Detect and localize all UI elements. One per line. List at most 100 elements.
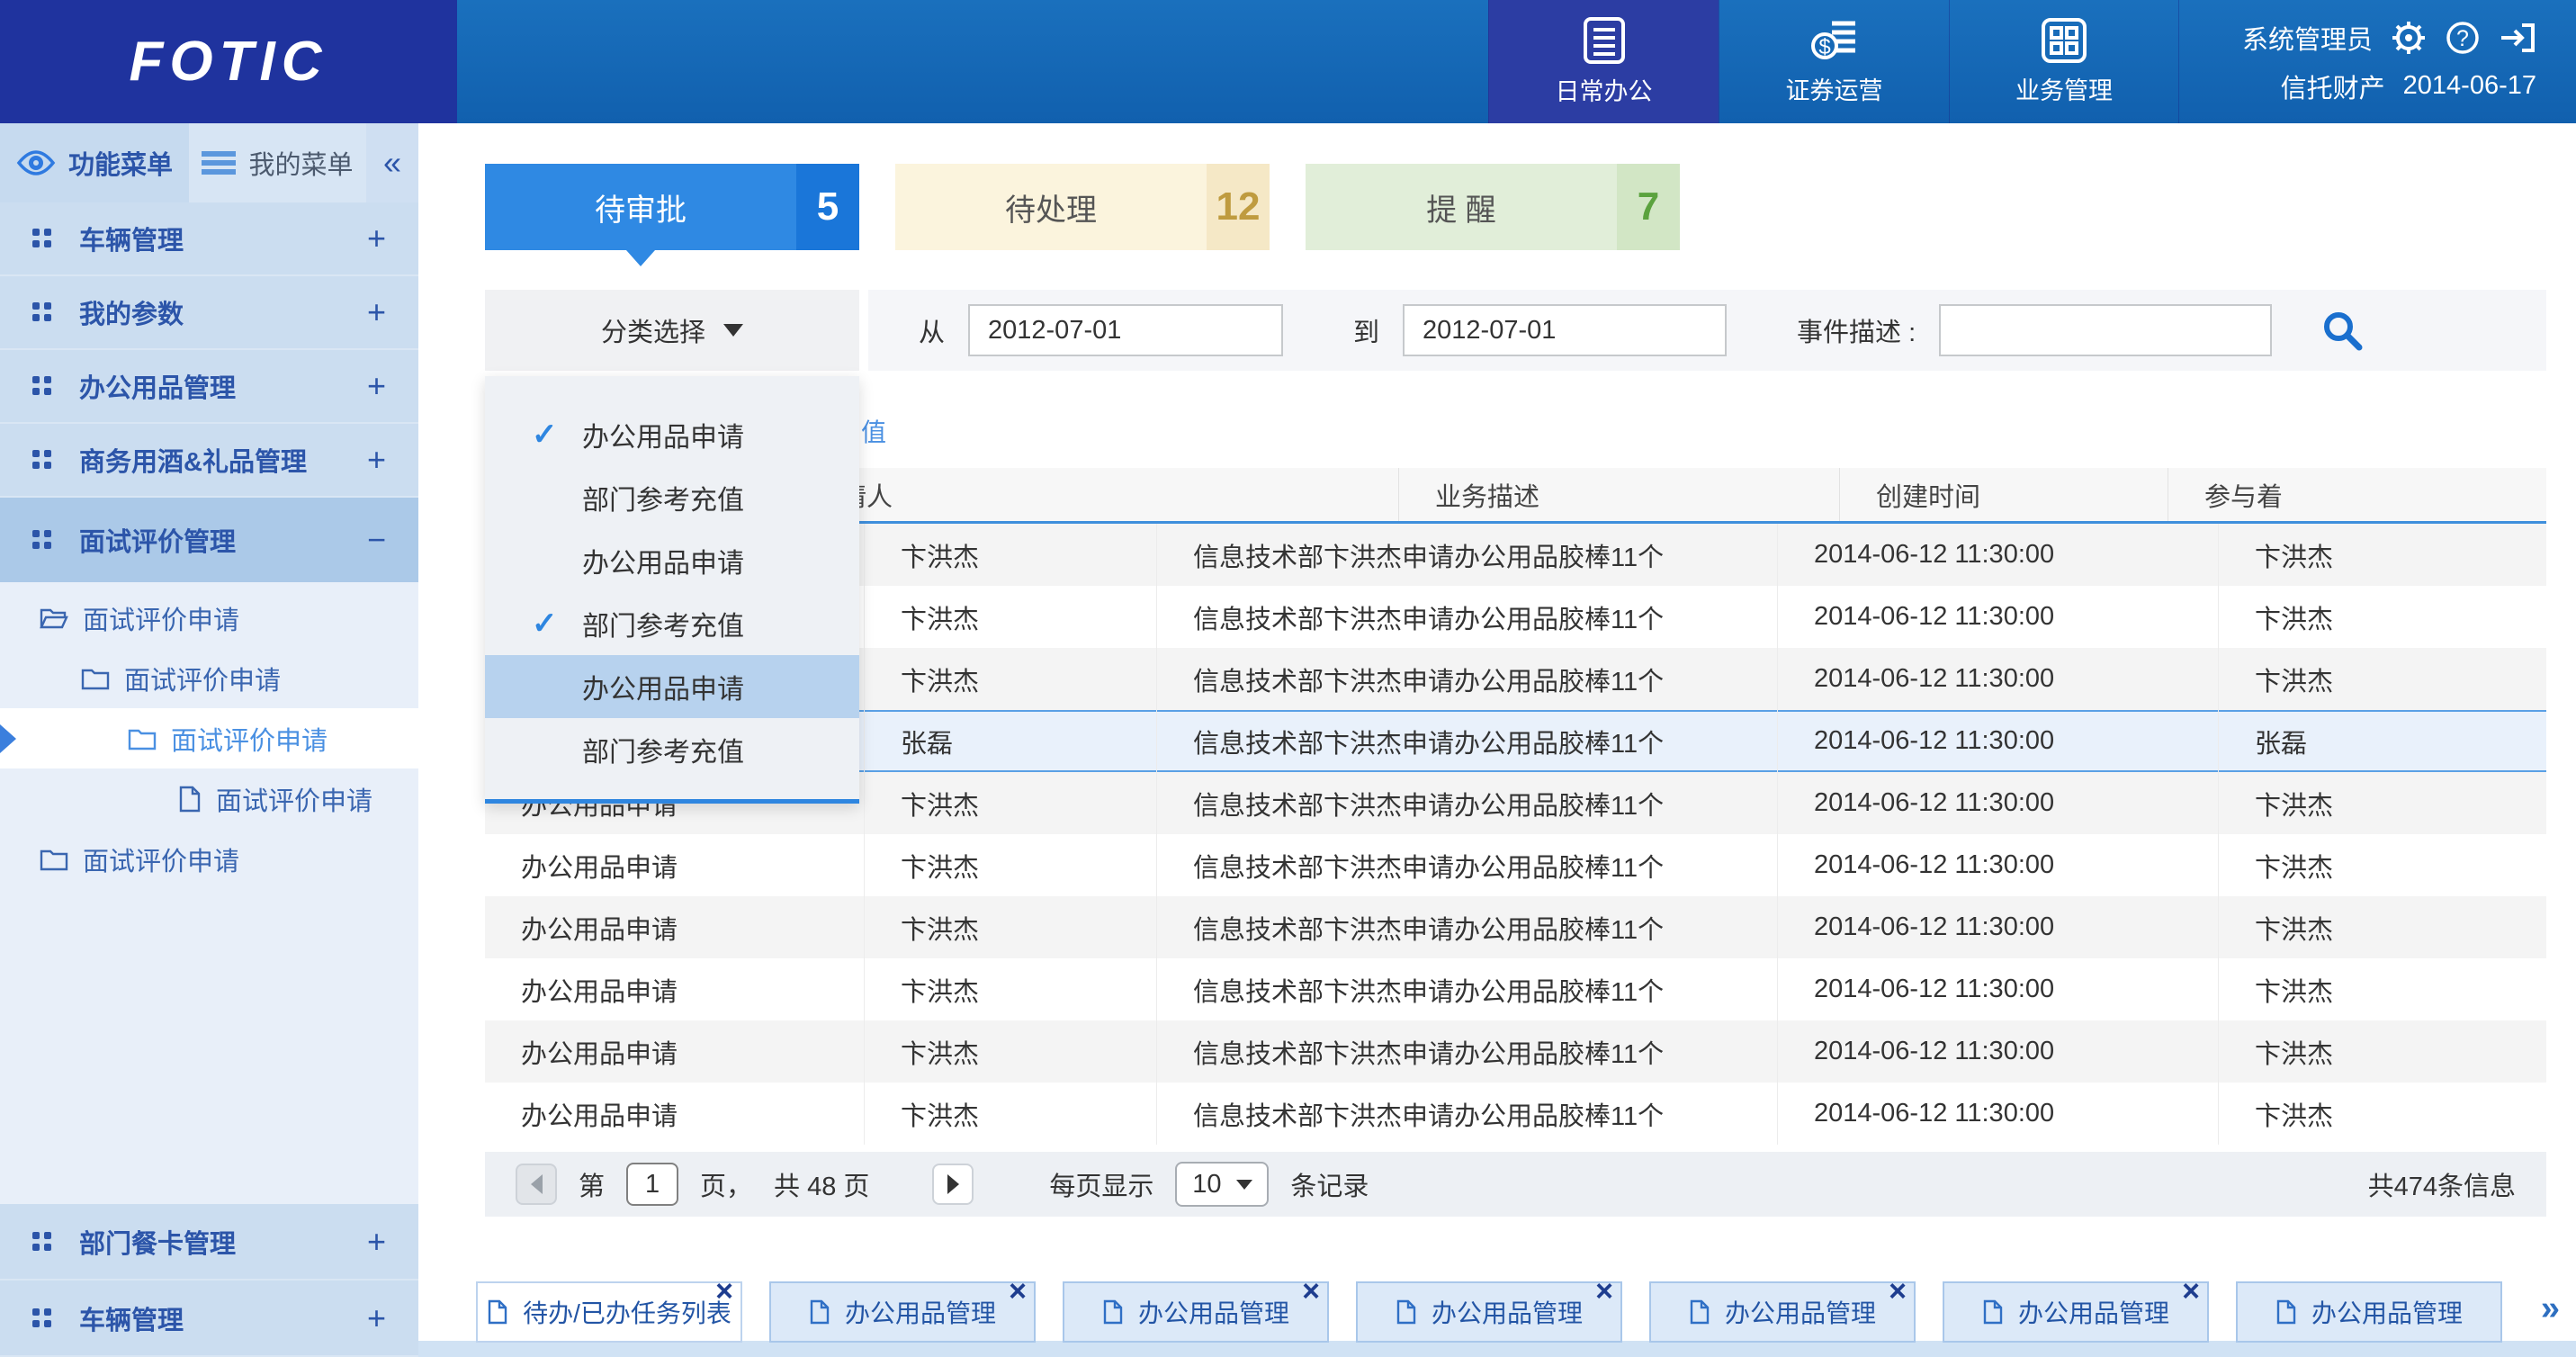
cell-created-time: 2014-06-12 11:30:00 — [1777, 1083, 2218, 1145]
table-row[interactable]: 办公用品申请 卞洪杰 信息技术部卞洪杰申请办公用品胶棒11个 2014-06-1… — [485, 834, 2546, 896]
sidebar-menu-label: 部门餐卡管理 — [79, 1223, 367, 1261]
status-card-label: 待处理 — [895, 164, 1207, 250]
cell-created-time: 2014-06-12 11:30:00 — [1777, 896, 2218, 958]
tree-item[interactable]: 面试评价申请 — [0, 708, 418, 768]
sidebar-menu-label: 办公用品管理 — [79, 367, 367, 405]
sidebar-menu-bottom: 部门餐卡管理 + 车辆管理 + — [0, 1204, 418, 1357]
event-desc-input[interactable] — [1939, 304, 2272, 356]
dropdown-option-label: 办公用品申请 — [582, 541, 744, 580]
sidebar-menu-item[interactable]: 商务用酒&礼品管理 + — [0, 424, 418, 498]
cell-created-time: 2014-06-12 11:30:00 — [1777, 834, 2218, 896]
dropdown-option-label: 办公用品申请 — [582, 667, 744, 706]
tabs-strip — [418, 1341, 2576, 1357]
prev-page-button[interactable] — [516, 1164, 557, 1205]
partial-hidden-label: 值 — [861, 413, 886, 449]
status-card[interactable]: 待审批 5 — [485, 164, 859, 250]
fotic-logo: FOTIC — [130, 30, 328, 94]
from-date-input[interactable] — [968, 304, 1283, 356]
file-icon — [178, 786, 202, 813]
header-nav-item[interactable]: 日常办公 — [1488, 0, 1719, 123]
task-tab[interactable]: 办公用品管理 × — [1649, 1281, 1916, 1343]
dropdown-option[interactable]: 部门参考充值 — [485, 718, 859, 781]
tab-my-menu[interactable]: 我的菜单 — [189, 123, 366, 202]
dropdown-option[interactable]: ✓ 办公用品申请 — [485, 403, 859, 466]
table-header-cell: 申请人 — [777, 468, 1398, 521]
check-icon: ✓ — [532, 606, 582, 642]
grid-dots-icon — [32, 450, 40, 457]
status-card-label: 待审批 — [485, 164, 796, 250]
filter-bar: 从 到 事件描述 : — [868, 290, 2546, 371]
gear-icon[interactable] — [2391, 20, 2427, 56]
search-icon — [2320, 309, 2364, 352]
tree-item[interactable]: 面试评价申请 — [0, 648, 418, 708]
tabs-overflow-button[interactable]: » — [2541, 1290, 2560, 1328]
page-number-input[interactable] — [626, 1163, 678, 1206]
close-icon[interactable]: × — [715, 1276, 733, 1307]
sidebar-menu-item[interactable]: 面试评价管理 − — [0, 498, 418, 582]
close-icon[interactable]: × — [1595, 1276, 1613, 1307]
sidebar-menu: 车辆管理 + 我的参数 + 办公用品管理 + 商务用酒&礼品管理 — [0, 202, 418, 582]
tree-item[interactable]: 面试评价申请 — [0, 768, 418, 829]
sidebar-menu-item[interactable]: 部门餐卡管理 + — [0, 1204, 418, 1281]
table-row[interactable]: 办公用品申请 卞洪杰 信息技术部卞洪杰申请办公用品胶棒11个 2014-06-1… — [485, 1083, 2546, 1145]
status-card-count: 5 — [796, 164, 859, 250]
task-tab-label: 办公用品管理 — [2018, 1294, 2169, 1330]
cell-applicant: 卞洪杰 — [864, 586, 1156, 648]
expand-toggle-icon: + — [367, 220, 386, 257]
close-icon[interactable]: × — [2182, 1276, 2200, 1307]
table-row[interactable]: 办公用品申请 卞洪杰 信息技术部卞洪杰申请办公用品胶棒11个 2014-06-1… — [485, 958, 2546, 1020]
to-date-input[interactable] — [1403, 304, 1727, 356]
search-button[interactable] — [2320, 309, 2364, 352]
close-icon[interactable]: × — [1889, 1276, 1907, 1307]
task-tab[interactable]: 待办/已办任务列表 × — [476, 1281, 742, 1343]
cell-participant: 卞洪杰 — [2218, 1083, 2546, 1145]
next-page-button[interactable] — [932, 1164, 974, 1205]
dropdown-option[interactable]: 办公用品申请 — [485, 655, 859, 718]
per-page-select[interactable]: 10 — [1175, 1162, 1269, 1207]
cell-participant: 卞洪杰 — [2218, 834, 2546, 896]
sidebar-menu-item[interactable]: 车辆管理 + — [0, 1281, 418, 1357]
task-tab-label: 待办/已办任务列表 — [523, 1294, 732, 1330]
total-pages: 共 48 页 — [774, 1165, 869, 1203]
cell-created-time: 2014-06-12 11:30:00 — [1777, 772, 2218, 834]
cell-event-type: 办公用品申请 — [485, 896, 864, 958]
dropdown-option[interactable]: ✓ 部门参考充值 — [485, 592, 859, 655]
category-select-trigger[interactable]: 分类选择 — [485, 290, 859, 371]
expand-toggle-icon: + — [367, 441, 386, 479]
close-icon[interactable]: × — [1009, 1276, 1027, 1307]
sidebar-menu-label: 商务用酒&礼品管理 — [79, 441, 367, 479]
task-tab[interactable]: 办公用品管理 — [2236, 1281, 2502, 1343]
grid-dots-icon — [32, 302, 40, 310]
status-card[interactable]: 提 醒 7 — [1306, 164, 1680, 250]
to-label: 到 — [1353, 311, 1379, 349]
table-row[interactable]: 办公用品申请 卞洪杰 信息技术部卞洪杰申请办公用品胶棒11个 2014-06-1… — [485, 896, 2546, 958]
sidebar-menu-item[interactable]: 我的参数 + — [0, 276, 418, 350]
sidebar-menu-item[interactable]: 办公用品管理 + — [0, 350, 418, 424]
sidebar-menu-item[interactable]: 车辆管理 + — [0, 202, 418, 276]
task-tab[interactable]: 办公用品管理 × — [769, 1281, 1036, 1343]
dropdown-option[interactable]: 部门参考充值 — [485, 466, 859, 529]
task-tab[interactable]: 办公用品管理 × — [1943, 1281, 2209, 1343]
dropdown-option[interactable]: 办公用品申请 — [485, 529, 859, 592]
category-dropdown-panel: ✓ 办公用品申请 部门参考充值 办公用品申请 ✓ 部门参考充值 — [485, 376, 859, 804]
table-row[interactable]: 办公用品申请 卞洪杰 信息技术部卞洪杰申请办公用品胶棒11个 2014-06-1… — [485, 1020, 2546, 1083]
tree-item[interactable]: 面试评价申请 — [0, 588, 418, 648]
task-tab[interactable]: 办公用品管理 × — [1356, 1281, 1622, 1343]
task-tab-label: 办公用品管理 — [1725, 1294, 1876, 1330]
top-header: FOTIC 日常办公 — [0, 0, 2576, 123]
logout-icon[interactable] — [2499, 20, 2536, 56]
expand-toggle-icon: − — [367, 521, 386, 559]
header-nav-item[interactable]: 业务管理 — [1949, 0, 2179, 123]
header-nav-item[interactable]: $ 证券运营 — [1719, 0, 1949, 123]
tab-my-menu-label: 我的菜单 — [248, 144, 353, 182]
tree-item[interactable]: 面试评价申请 — [0, 829, 418, 889]
status-card[interactable]: 待处理 12 — [895, 164, 1270, 250]
status-cards: 待审批 5 待处理 12 提 醒 7 — [485, 164, 1680, 250]
task-tab[interactable]: 办公用品管理 × — [1063, 1281, 1329, 1343]
grid-dots-icon — [32, 530, 40, 537]
page-icon — [1102, 1299, 1124, 1325]
help-icon[interactable]: ? — [2445, 20, 2481, 56]
tab-function-menu[interactable]: 功能菜单 — [0, 123, 189, 202]
close-icon[interactable]: × — [1302, 1276, 1320, 1307]
sidebar-collapse-button[interactable]: « — [366, 123, 418, 202]
